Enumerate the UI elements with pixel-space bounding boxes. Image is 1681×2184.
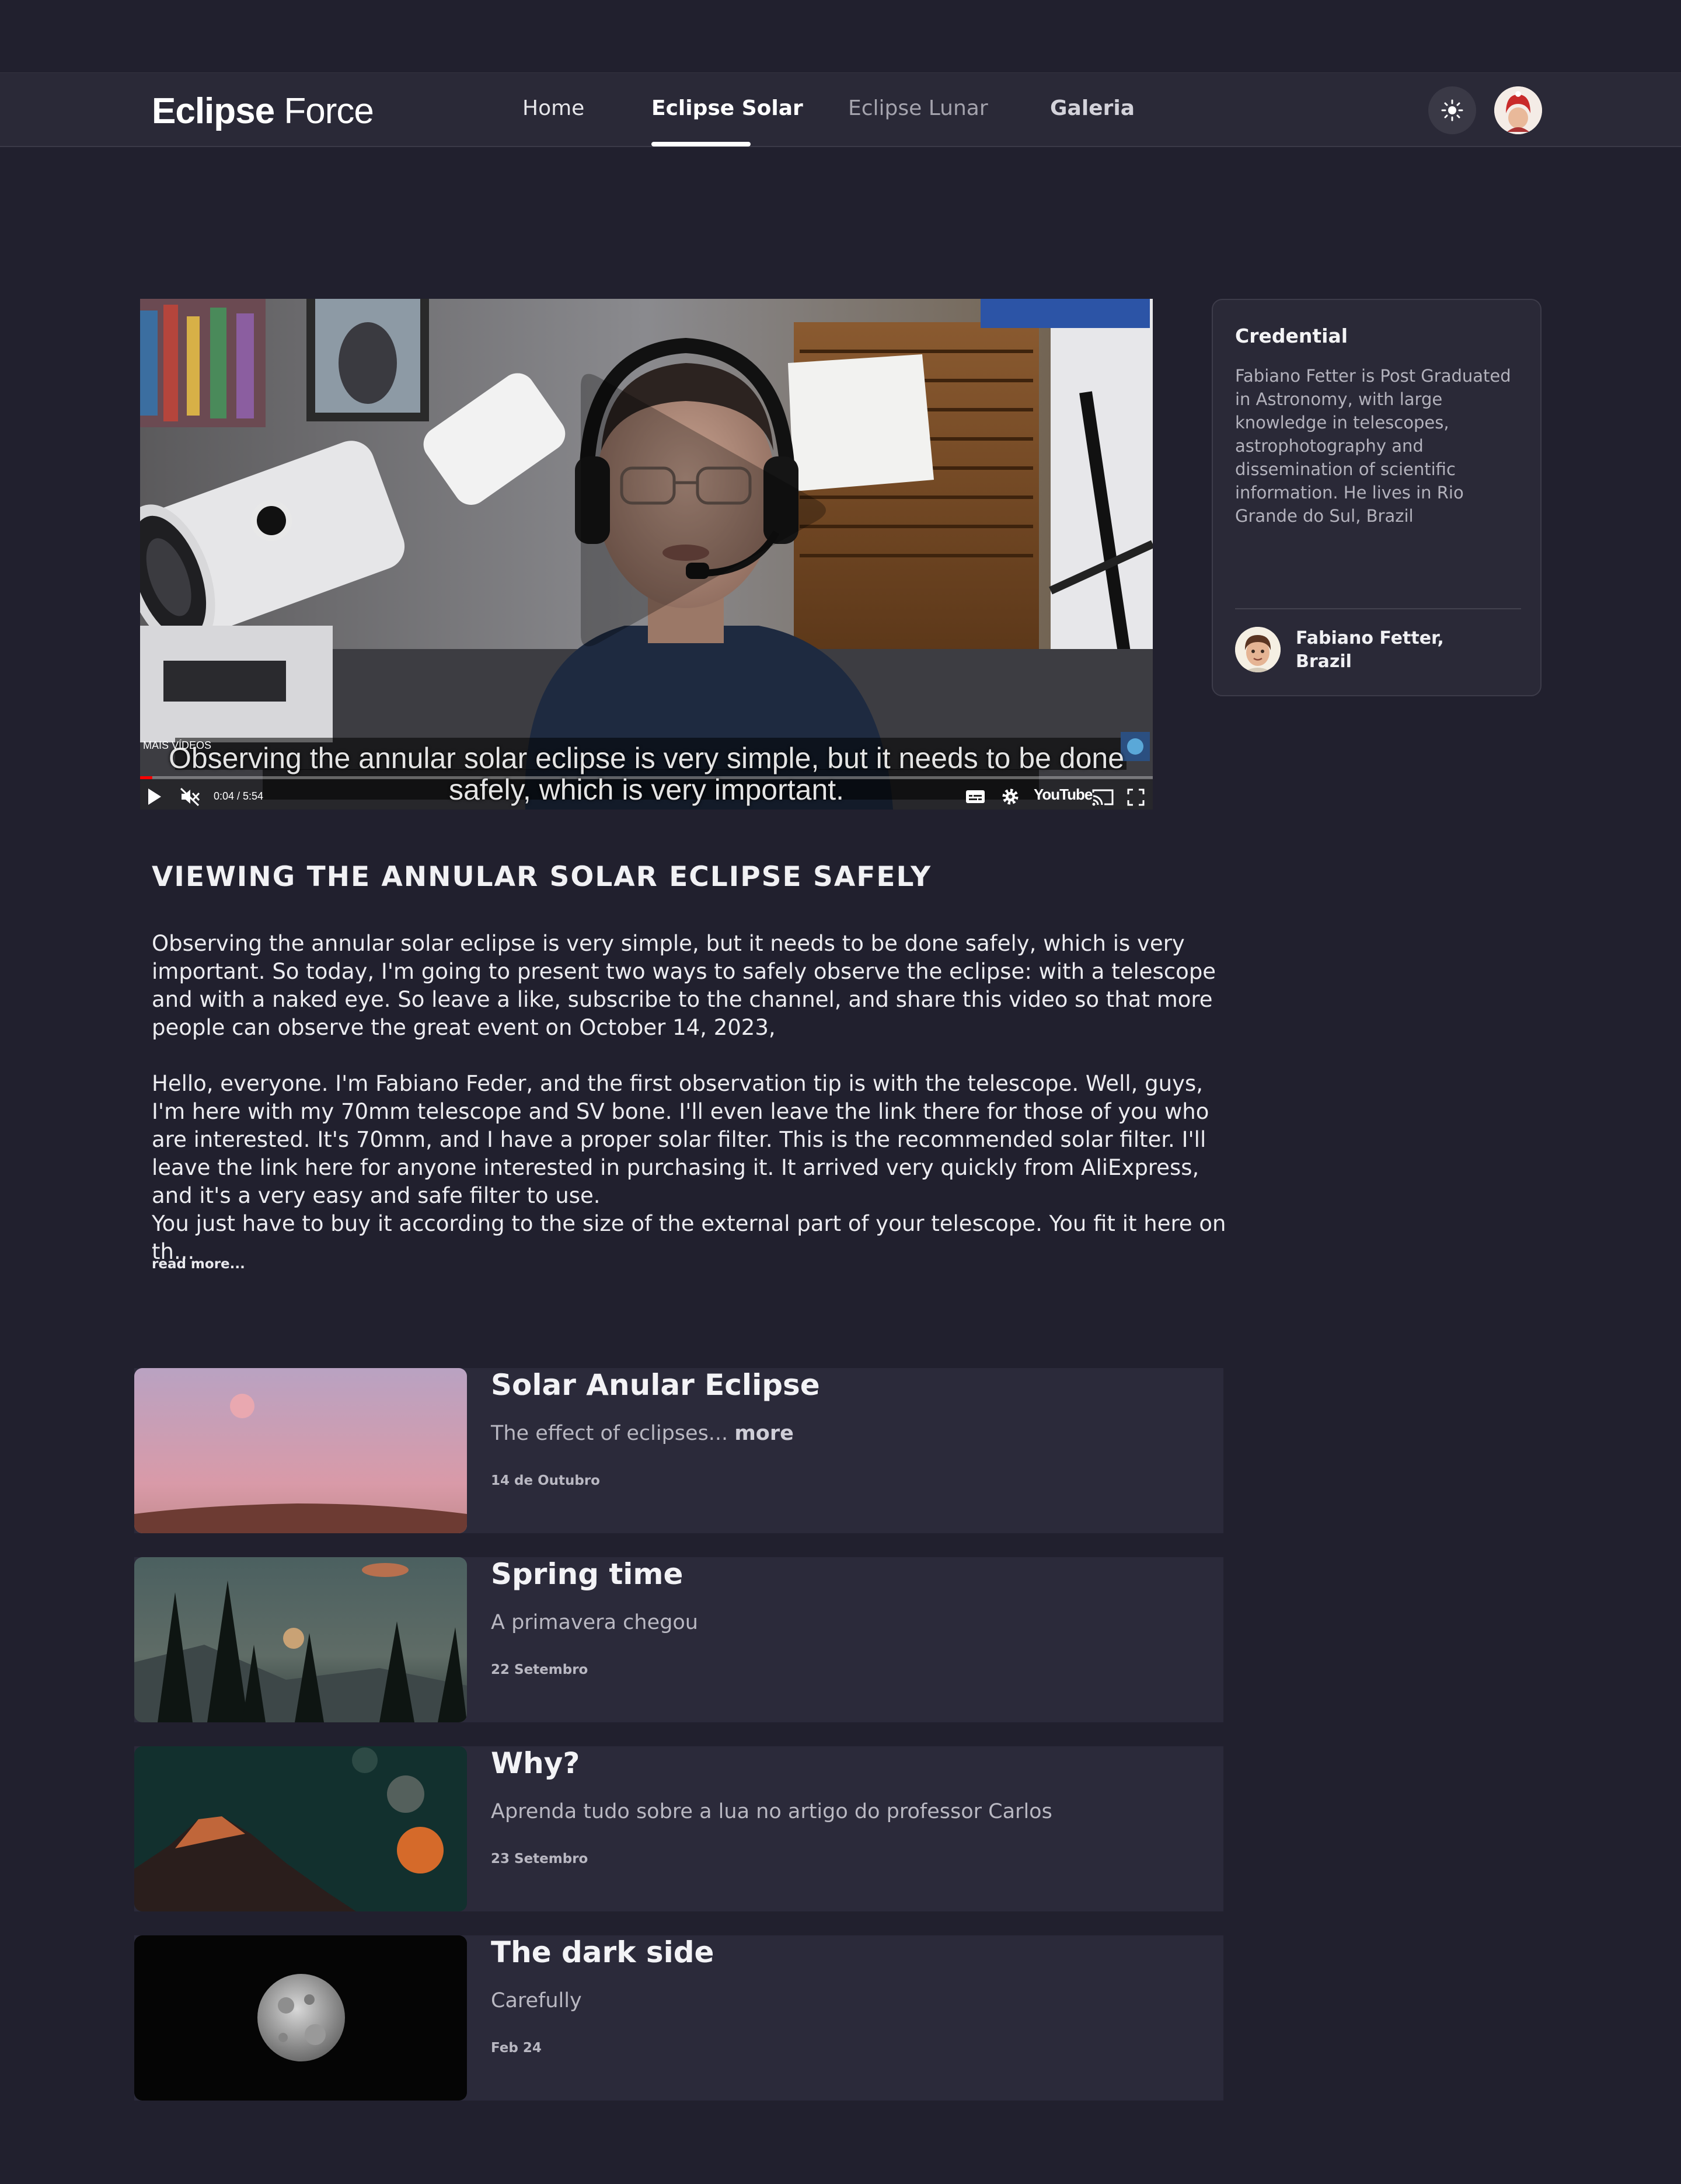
video-timecode: 0:04 / 5:54 (214, 790, 264, 802)
post-title[interactable]: The dark side (491, 1935, 714, 1969)
read-more-link[interactable]: read more... (152, 1257, 245, 1272)
post-title[interactable]: Solar Anular Eclipse (491, 1368, 820, 1402)
post-thumbnail[interactable] (134, 1368, 467, 1533)
list-item[interactable]: Solar Anular Eclipse The effect of eclip… (134, 1368, 1223, 1533)
author-name-line2: Brazil (1296, 651, 1352, 672)
credential-title: Credential (1235, 325, 1348, 347)
article-paragraph: You just have to buy it according to the… (152, 1211, 1226, 1264)
video-player[interactable]: Observing the annular solar eclipse is v… (140, 299, 1153, 810)
video-caption-line1: Observing the annular solar eclipse is v… (168, 742, 1124, 774)
youtube-logo[interactable]: YouTube (1034, 786, 1093, 804)
logo-bold: Eclipse (152, 91, 275, 131)
more-videos-label[interactable]: MAIS VÍDEOS (143, 739, 211, 752)
post-date: Feb 24 (491, 2040, 542, 2056)
play-icon[interactable] (146, 787, 163, 807)
author-name-line1: Fabiano Fetter, (1296, 628, 1444, 648)
mute-icon[interactable] (180, 787, 201, 807)
post-thumbnail[interactable] (134, 1746, 467, 1911)
sun-icon (1441, 99, 1463, 121)
gear-icon[interactable] (1000, 787, 1020, 807)
post-date: 22 Setembro (491, 1662, 588, 1677)
post-subtitle: A primavera chegou (491, 1611, 698, 1634)
top-navbar: Eclipse Force Home Eclipse Solar Eclipse… (0, 72, 1681, 147)
nav-galeria[interactable]: Galeria (1050, 96, 1135, 120)
logo-light: Force (284, 91, 374, 131)
article-paragraph: Hello, everyone. I'm Fabiano Feder, and … (152, 1071, 1209, 1208)
post-subtitle-text: The effect of eclipses... (491, 1422, 728, 1445)
subtitles-icon[interactable] (965, 789, 985, 804)
nav-home[interactable]: Home (522, 96, 584, 120)
post-subtitle: The effect of eclipses... more (491, 1422, 794, 1445)
video-frame (140, 299, 1153, 810)
theme-toggle-button[interactable] (1428, 86, 1476, 134)
credential-divider (1235, 608, 1521, 609)
article-body: Observing the annular solar eclipse is v… (152, 930, 1237, 1266)
author-name[interactable]: Fabiano Fetter, Brazil (1296, 627, 1471, 674)
nav-eclipse-solar[interactable]: Eclipse Solar (651, 96, 803, 120)
credential-description: Fabiano Fetter is Post Graduated in Astr… (1235, 366, 1511, 526)
post-subtitle: Aprenda tudo sobre a lua no artigo do pr… (491, 1800, 1052, 1823)
author-avatar[interactable] (1235, 627, 1281, 672)
nav-eclipse-lunar[interactable]: Eclipse Lunar (848, 96, 988, 120)
post-date: 23 Setembro (491, 1851, 588, 1866)
list-item[interactable]: The dark side Carefully Feb 24 (134, 1935, 1223, 2101)
list-item[interactable]: Spring time A primavera chegou 22 Setemb… (134, 1557, 1223, 1722)
post-thumbnail[interactable] (134, 1935, 467, 2101)
article-paragraph: Observing the annular solar eclipse is v… (152, 931, 1216, 1040)
cast-icon[interactable] (1091, 788, 1115, 807)
post-title[interactable]: Spring time (491, 1557, 683, 1591)
user-avatar[interactable] (1494, 86, 1542, 134)
more-link[interactable]: more (734, 1422, 794, 1445)
credential-card: Credential Fabiano Fetter is Post Gradua… (1212, 299, 1542, 696)
post-thumbnail[interactable] (134, 1557, 467, 1722)
article-title: VIEWING THE ANNULAR SOLAR ECLIPSE SAFELY (152, 861, 932, 893)
post-date: 14 de Outubro (491, 1473, 600, 1488)
list-item[interactable]: Why? Aprenda tudo sobre a lua no artigo … (134, 1746, 1223, 1911)
post-subtitle: Carefully (491, 1989, 582, 2012)
fullscreen-icon[interactable] (1127, 788, 1145, 807)
active-nav-indicator (651, 142, 751, 146)
site-logo[interactable]: Eclipse Force (152, 90, 374, 132)
post-title[interactable]: Why? (491, 1746, 580, 1780)
